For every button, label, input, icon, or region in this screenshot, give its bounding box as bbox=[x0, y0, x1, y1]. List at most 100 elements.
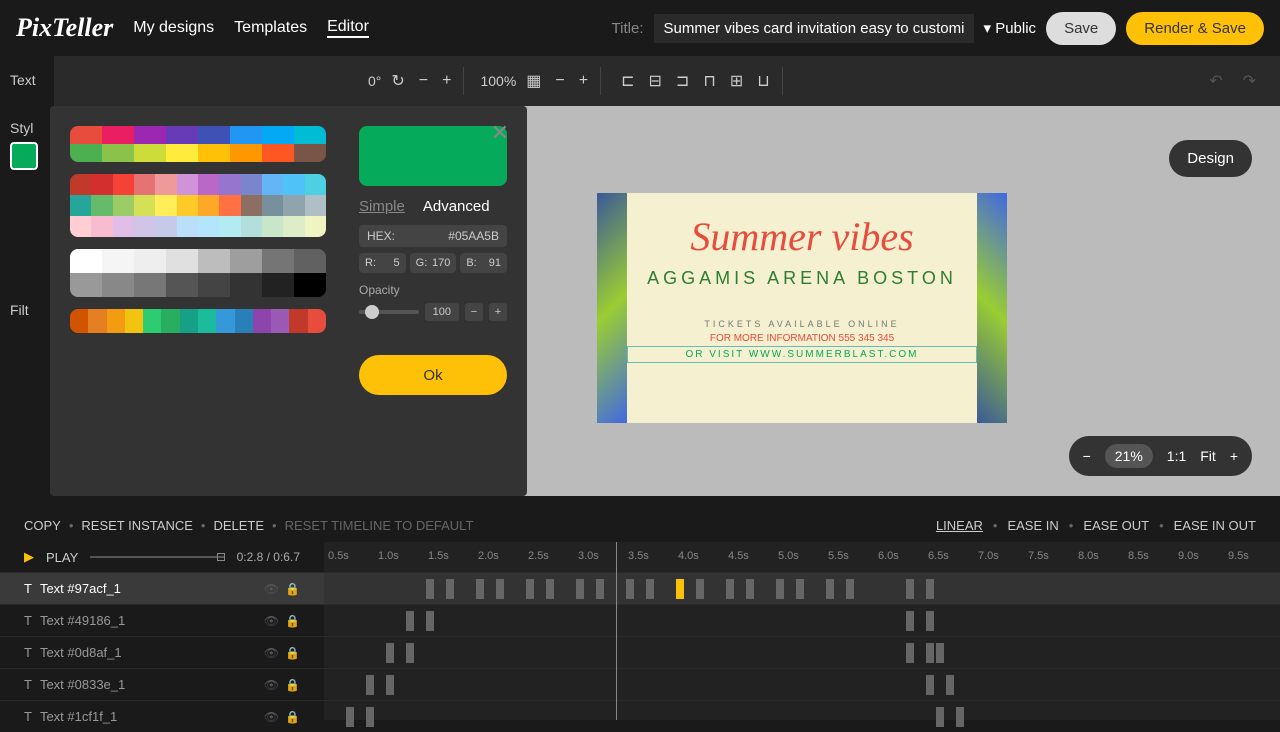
palette-color[interactable] bbox=[70, 144, 102, 162]
palette-color[interactable] bbox=[262, 174, 283, 195]
palette-color[interactable] bbox=[102, 144, 134, 162]
keyframe[interactable] bbox=[796, 579, 804, 599]
palette-color[interactable] bbox=[262, 126, 294, 144]
redo-icon[interactable]: ↷ bbox=[1239, 67, 1260, 95]
palette-color[interactable] bbox=[177, 216, 198, 237]
save-button[interactable]: Save bbox=[1046, 12, 1116, 45]
keyframe[interactable] bbox=[386, 675, 394, 695]
palette-color[interactable] bbox=[289, 309, 307, 333]
undo-icon[interactable]: ↶ bbox=[1205, 67, 1226, 95]
keyframe[interactable] bbox=[386, 643, 394, 663]
eye-icon[interactable]: 👁 bbox=[264, 582, 279, 596]
palette-color[interactable] bbox=[294, 126, 326, 144]
zoom-percent[interactable]: 21% bbox=[1105, 444, 1153, 468]
palette-color[interactable] bbox=[283, 216, 304, 237]
keyframe[interactable] bbox=[826, 579, 834, 599]
palette-color[interactable] bbox=[219, 174, 240, 195]
nav-my-designs[interactable]: My designs bbox=[133, 19, 214, 37]
lock-icon[interactable]: 🔒 bbox=[285, 710, 300, 724]
card-line2-text[interactable]: FOR MORE INFORMATION 555 345 345 bbox=[627, 333, 977, 344]
render-save-button[interactable]: Render & Save bbox=[1126, 12, 1264, 45]
palette-color[interactable] bbox=[91, 216, 112, 237]
palette-color[interactable] bbox=[271, 309, 289, 333]
current-color-swatch[interactable] bbox=[10, 142, 38, 170]
keyframe[interactable] bbox=[926, 579, 934, 599]
palette-color[interactable] bbox=[166, 249, 198, 273]
eye-icon[interactable]: 👁 bbox=[264, 710, 279, 724]
keyframe[interactable] bbox=[956, 707, 964, 727]
palette-color[interactable] bbox=[177, 195, 198, 216]
palette-color[interactable] bbox=[166, 126, 198, 144]
transparency-icon[interactable]: ▦ bbox=[522, 67, 545, 95]
timeline-track[interactable] bbox=[324, 668, 1280, 700]
palette-color[interactable] bbox=[198, 126, 230, 144]
zoom-ratio-button[interactable]: 1:1 bbox=[1167, 448, 1186, 464]
palette-color[interactable] bbox=[253, 309, 271, 333]
palette-color[interactable] bbox=[102, 273, 134, 297]
palette-color[interactable] bbox=[198, 195, 219, 216]
timeline-layer[interactable]: TText #0833e_1👁🔒 bbox=[0, 668, 324, 700]
nav-editor[interactable]: Editor bbox=[327, 18, 369, 38]
keyframe[interactable] bbox=[406, 611, 414, 631]
keyframe[interactable] bbox=[596, 579, 604, 599]
timeline-layer[interactable]: TText #97acf_1👁🔒 bbox=[0, 572, 324, 604]
palette-color[interactable] bbox=[70, 273, 102, 297]
palette-color[interactable] bbox=[198, 174, 219, 195]
palette-color[interactable] bbox=[241, 174, 262, 195]
palette-color[interactable] bbox=[262, 273, 294, 297]
palette-color[interactable] bbox=[308, 309, 326, 333]
timeline-track[interactable] bbox=[324, 604, 1280, 636]
palette-color[interactable] bbox=[262, 216, 283, 237]
align-top-icon[interactable]: ⊓ bbox=[699, 67, 719, 95]
palette-color[interactable] bbox=[262, 144, 294, 162]
eye-icon[interactable]: 👁 bbox=[264, 646, 279, 660]
palette-color[interactable] bbox=[230, 249, 262, 273]
lock-icon[interactable]: 🔒 bbox=[285, 678, 300, 692]
play-icon[interactable]: ▶ bbox=[24, 549, 34, 565]
opacity-plus[interactable]: + bbox=[489, 303, 507, 321]
palette-color[interactable] bbox=[134, 195, 155, 216]
palette-color[interactable] bbox=[134, 216, 155, 237]
visibility-dropdown[interactable]: ▾ Public bbox=[984, 19, 1037, 37]
keyframe[interactable] bbox=[926, 643, 934, 663]
palette-color[interactable] bbox=[155, 174, 176, 195]
palette-color[interactable] bbox=[166, 273, 198, 297]
palette-color[interactable] bbox=[198, 144, 230, 162]
keyframe[interactable] bbox=[676, 579, 684, 599]
palette-color[interactable] bbox=[305, 216, 326, 237]
tab-advanced[interactable]: Advanced bbox=[423, 198, 490, 215]
keyframe[interactable] bbox=[496, 579, 504, 599]
palette-color[interactable] bbox=[91, 174, 112, 195]
card-title-text[interactable]: Summer vibes bbox=[627, 213, 977, 260]
palette-color[interactable] bbox=[70, 309, 88, 333]
keyframe[interactable] bbox=[746, 579, 754, 599]
palette-color[interactable] bbox=[155, 216, 176, 237]
keyframe[interactable] bbox=[846, 579, 854, 599]
eye-icon[interactable]: 👁 bbox=[264, 678, 279, 692]
keyframe[interactable] bbox=[936, 643, 944, 663]
keyframe[interactable] bbox=[646, 579, 654, 599]
rotation-plus[interactable]: + bbox=[438, 68, 455, 94]
align-center-v-icon[interactable]: ⊞ bbox=[726, 67, 747, 95]
keyframe[interactable] bbox=[906, 579, 914, 599]
zoom-fit-button[interactable]: Fit bbox=[1200, 448, 1216, 464]
ease-in-out[interactable]: EASE IN OUT bbox=[1174, 518, 1256, 533]
keyframe[interactable] bbox=[946, 675, 954, 695]
g-value[interactable]: 170 bbox=[432, 257, 450, 269]
r-value[interactable]: 5 bbox=[394, 257, 400, 269]
palette-color[interactable] bbox=[198, 273, 230, 297]
tl-reset-default[interactable]: RESET TIMELINE TO DEFAULT bbox=[285, 518, 474, 533]
align-bottom-icon[interactable]: ⊔ bbox=[753, 67, 773, 95]
ease-in[interactable]: EASE IN bbox=[1007, 518, 1058, 533]
keyframe[interactable] bbox=[936, 707, 944, 727]
palette-color[interactable] bbox=[70, 216, 91, 237]
tl-reset-instance[interactable]: RESET INSTANCE bbox=[81, 518, 192, 533]
zoom-minus[interactable]: − bbox=[551, 68, 568, 94]
palette-color[interactable] bbox=[113, 174, 134, 195]
palette-color[interactable] bbox=[113, 195, 134, 216]
palette-color[interactable] bbox=[262, 195, 283, 216]
keyframe[interactable] bbox=[446, 579, 454, 599]
zoom-out-button[interactable]: − bbox=[1083, 448, 1091, 464]
timeline-track[interactable] bbox=[324, 700, 1280, 732]
timeline-layer[interactable]: TText #1cf1f_1👁🔒 bbox=[0, 700, 324, 732]
